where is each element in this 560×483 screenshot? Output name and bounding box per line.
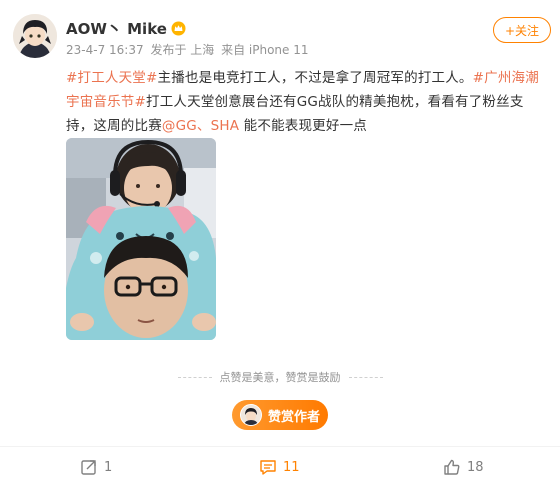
reward-author-button[interactable]: 赞赏作者 — [232, 400, 328, 430]
like-count: 18 — [467, 459, 484, 475]
post-text-segment: 主播也是电竞打工人，不过是拿了周冠军的打工人。 — [157, 70, 473, 86]
footer-divider — [0, 446, 560, 447]
comment-button[interactable]: 11 — [259, 454, 300, 480]
thumbs-up-icon — [444, 459, 460, 475]
follow-button[interactable]: +关注 — [493, 17, 551, 43]
post-time[interactable]: 23-4-7 16:37 — [66, 43, 144, 57]
username[interactable]: AOW丶 Mike — [66, 18, 167, 39]
user-avatar[interactable] — [13, 14, 57, 58]
follow-button-label: +关注 — [504, 23, 540, 38]
author-avatar-small — [239, 404, 262, 426]
vip-crown-icon[interactable] — [171, 21, 186, 36]
divider — [348, 376, 383, 378]
reward-caption: 点赞是美意，赞赏是鼓励 — [219, 371, 341, 384]
forward-count: 1 — [104, 459, 113, 475]
reward-button-label: 赞赏作者 — [267, 409, 320, 425]
mention-link[interactable]: @GG、SHA — [162, 118, 239, 134]
like-button[interactable]: 18 — [443, 454, 484, 480]
post-text: #打工人天堂#主播也是电竞打工人，不过是拿了周冠军的打工人。#广州海潮宇宙音乐节… — [66, 66, 550, 138]
weibo-post-card: AOW丶 Mike 23-4-7 16:37 发布于 上海 来自 iPhone … — [0, 0, 560, 483]
hashtag-link[interactable]: #打工人天堂# — [66, 70, 158, 86]
forward-icon — [81, 460, 96, 475]
comment-icon — [260, 460, 276, 475]
post-source: 来自 iPhone 11 — [221, 43, 309, 57]
post-location: 发布于 上海 — [150, 43, 215, 57]
divider — [177, 376, 212, 378]
post-photo[interactable] — [66, 138, 216, 340]
reward-caption-row: 点赞是美意，赞赏是鼓励 — [0, 369, 560, 385]
post-text-segment: 能不能表现更好一点 — [239, 118, 367, 134]
comment-count: 11 — [283, 459, 300, 475]
post-meta: 23-4-7 16:37 发布于 上海 来自 iPhone 11 — [66, 41, 312, 58]
username-row: AOW丶 Mike — [66, 18, 186, 39]
forward-button[interactable]: 1 — [80, 454, 112, 480]
